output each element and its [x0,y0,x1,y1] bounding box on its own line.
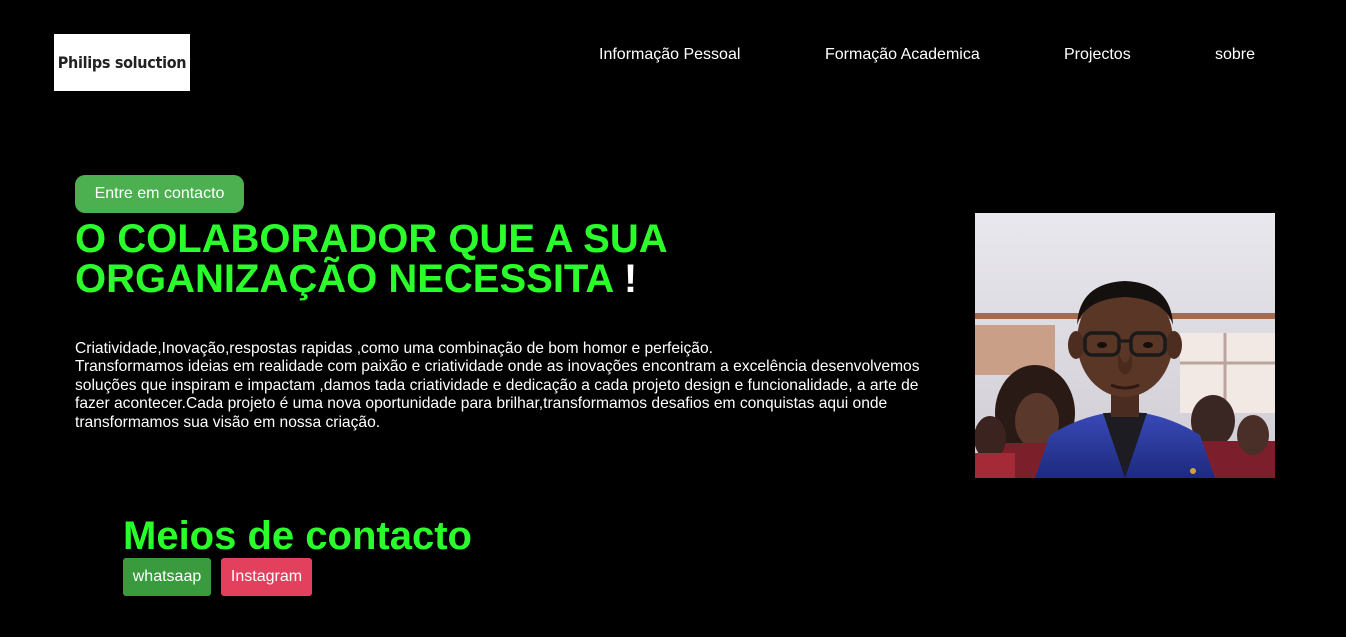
whatsapp-button[interactable]: whatsaap [123,558,211,596]
contact-section-title: Meios de contacto [123,514,472,558]
nav-link-formacao-academica[interactable]: Formação Academica [825,46,980,64]
description-body: Transformamos ideias em realidade com pa… [75,358,920,431]
hero-headline: O COLABORADOR QUE A SUA ORGANIZAÇÃO NECES… [75,219,835,299]
nav-link-projectos[interactable]: Projectos [1064,46,1131,64]
contact-cta-button[interactable]: Entre em contacto [75,175,244,213]
nav-link-sobre[interactable]: sobre [1215,46,1255,64]
headline-line-1: O COLABORADOR QUE A SUA [75,217,668,261]
instagram-button[interactable]: Instagram [221,558,312,596]
logo[interactable]: Philips soluction [54,34,190,91]
page: Philips soluction Informação Pessoal For… [0,0,1346,637]
profile-photo [975,213,1275,478]
nav-link-informacao-pessoal[interactable]: Informação Pessoal [599,46,740,64]
headline-exclamation: ! [623,257,638,301]
hero-description: Criatividade,Inovação,respostas rapidas … [75,340,950,432]
description-line-1: Criatividade,Inovação,respostas rapidas … [75,340,713,357]
headline-line-2: ORGANIZAÇÃO NECESSITA [75,257,613,301]
logo-text: Philips soluction [57,53,187,72]
